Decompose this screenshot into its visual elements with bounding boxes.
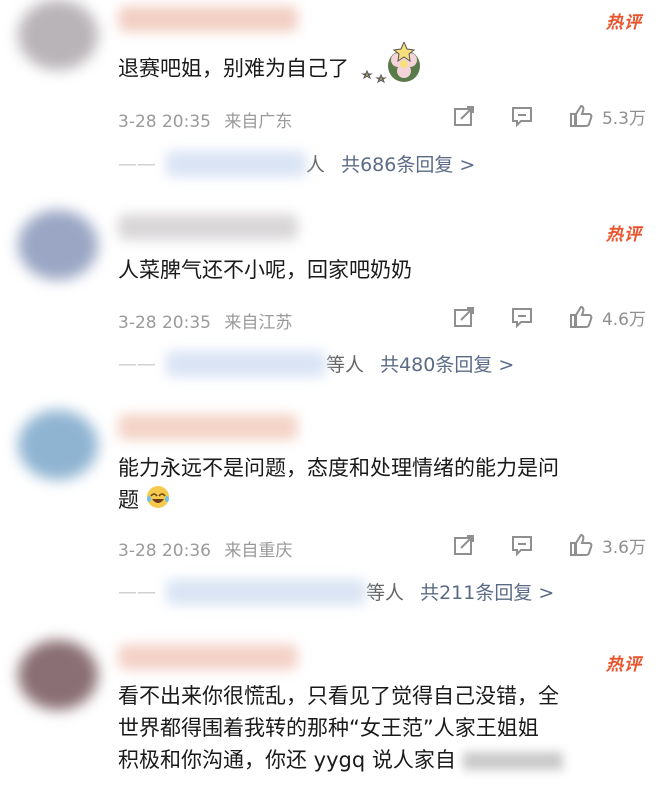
thumbs-up-icon — [569, 104, 593, 127]
reply-users-blurred — [166, 350, 326, 377]
username-blurred[interactable] — [118, 6, 298, 32]
thumbs-up-icon — [569, 533, 593, 556]
comment-date: 3-28 20:35 — [118, 313, 211, 333]
comment-location: 来自重庆 — [224, 541, 293, 561]
flower-star-icon — [356, 40, 426, 97]
comment-location: 来自江苏 — [224, 313, 293, 333]
reply-users-blurred — [166, 578, 366, 605]
comment-text: 看不出来你很慌乱，只看见了觉得自己没错，全 世界都得围着我转的那种“女王范”人家… — [118, 680, 640, 776]
hot-badge: 热评 — [606, 655, 642, 675]
replies-link[interactable]: —— 等人 共211条回复 > — [118, 578, 554, 605]
username-blurred[interactable] — [118, 214, 298, 240]
share-icon[interactable] — [452, 104, 476, 128]
username-blurred[interactable] — [118, 414, 298, 440]
comment-icon[interactable] — [510, 305, 534, 329]
replies-link[interactable]: —— 等人 共480条回复 > — [118, 350, 514, 377]
share-icon[interactable] — [452, 533, 476, 557]
reply-count: 共686条回复 > — [341, 154, 476, 176]
divider: —— — [118, 152, 156, 175]
laugh-cry-icon — [146, 485, 170, 518]
like-button[interactable]: 4.6万 — [568, 304, 646, 330]
hot-badge: 热评 — [606, 13, 642, 33]
comment-meta: 3-28 20:35 来自江苏 — [118, 308, 292, 333]
reply-users-suffix: 等人 — [326, 354, 365, 376]
avatar[interactable] — [18, 640, 98, 710]
comment-date: 3-28 20:36 — [118, 541, 211, 561]
username-blurred[interactable] — [118, 644, 298, 670]
reply-count: 共480条回复 > — [380, 354, 515, 376]
like-count: 5.3万 — [601, 108, 646, 129]
divider: —— — [118, 580, 156, 603]
reply-count: 共211条回复 > — [420, 582, 555, 604]
comment-actions: 3.6万 — [418, 532, 646, 558]
hot-badge: 热评 — [606, 225, 642, 245]
reply-users-suffix: 等人 — [366, 582, 405, 604]
comment-icon[interactable] — [510, 533, 534, 557]
avatar[interactable] — [18, 410, 98, 480]
comment-date: 3-28 20:35 — [118, 112, 211, 132]
like-count: 3.6万 — [601, 537, 646, 558]
comment-meta: 3-28 20:35 来自广东 — [118, 107, 292, 132]
like-button[interactable]: 3.6万 — [568, 532, 646, 558]
divider: —— — [118, 352, 156, 375]
comment-meta: 3-28 20:36 来自重庆 — [118, 536, 292, 561]
comment-actions: 5.3万 — [418, 103, 646, 129]
share-icon[interactable] — [452, 305, 476, 329]
comment-text: 能力永远不是问题，态度和处理情绪的能力是问 题 — [118, 452, 640, 518]
comment-text: 退赛吧姐，别难为自己了 — [118, 40, 640, 97]
comment-text: 人菜脾气还不小呢，回家吧奶奶 — [118, 258, 412, 282]
reply-users-suffix: 人 — [306, 154, 326, 176]
comment-actions: 4.6万 — [418, 304, 646, 330]
avatar[interactable] — [18, 0, 98, 70]
like-count: 4.6万 — [601, 309, 646, 330]
comment-location: 来自广东 — [224, 112, 293, 132]
comment-icon[interactable] — [510, 104, 534, 128]
thumbs-up-icon — [569, 305, 593, 328]
obscured-text — [462, 752, 563, 770]
reply-users-blurred — [166, 150, 306, 177]
avatar[interactable] — [18, 210, 98, 280]
replies-link[interactable]: —— 人 共686条回复 > — [118, 150, 475, 177]
like-button[interactable]: 5.3万 — [568, 103, 646, 129]
